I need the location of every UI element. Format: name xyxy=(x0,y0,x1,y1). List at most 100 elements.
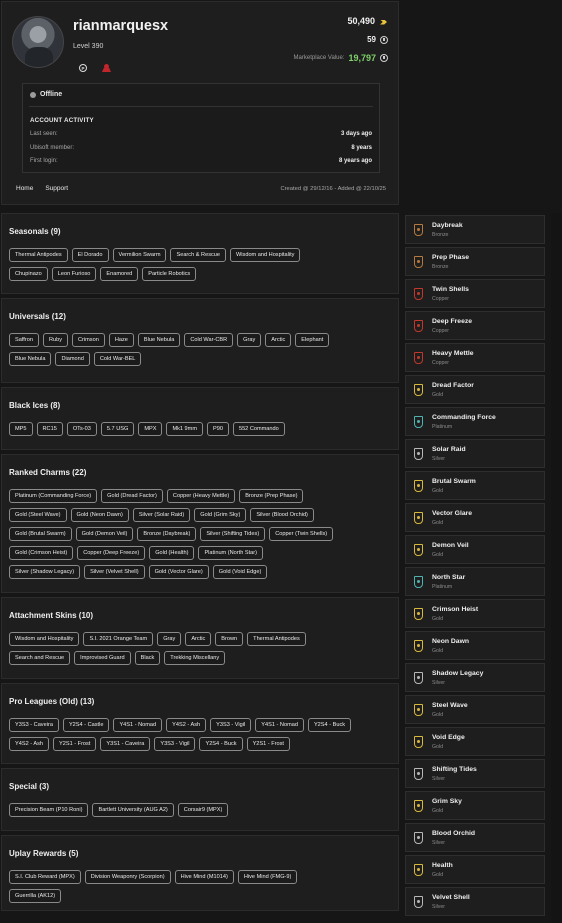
item-chip[interactable]: Y4S1 - Nomad xyxy=(113,718,163,732)
item-chip[interactable]: Corsair9 (MPX) xyxy=(177,803,229,817)
item-chip[interactable]: Bronze (Prep Phase) xyxy=(239,489,304,503)
item-chip[interactable]: Elephant xyxy=(295,333,330,347)
item-chip[interactable]: OTs-03 xyxy=(66,422,97,436)
item-chip[interactable]: Division Weaponry (Scorpion) xyxy=(84,870,171,884)
item-chip[interactable]: Y3S3 - Vigil xyxy=(154,737,196,751)
page-scrollbar[interactable] xyxy=(551,213,562,923)
item-chip[interactable]: Crimson xyxy=(72,333,105,347)
item-chip[interactable]: Hive Mind (FMG-9) xyxy=(237,870,298,884)
item-chip[interactable]: Gold (Dread Factor) xyxy=(101,489,163,503)
item-chip[interactable]: Bartlett University (AUG A2) xyxy=(92,803,174,817)
charm-card[interactable]: Shadow Legacy Silver xyxy=(405,663,545,692)
item-chip[interactable]: Gray xyxy=(157,632,182,646)
item-chip[interactable]: Platinum (North Star) xyxy=(198,546,263,560)
item-chip[interactable]: Vermilion Swarm xyxy=(112,248,167,262)
charm-card[interactable]: Prep Phase Bronze xyxy=(405,247,545,276)
charm-card[interactable]: Health Gold xyxy=(405,855,545,884)
item-chip[interactable]: Silver (Solar Raid) xyxy=(132,508,191,522)
item-chip[interactable]: Gold (Void Edge) xyxy=(212,565,268,579)
item-chip[interactable]: Brown xyxy=(215,632,244,646)
item-chip[interactable]: Hive Mind (M1014) xyxy=(174,870,234,884)
item-chip[interactable]: Y4S2 - Ash xyxy=(166,718,207,732)
charm-card[interactable]: Demon Veil Gold xyxy=(405,535,545,564)
nav-home-link[interactable]: Home xyxy=(16,185,33,192)
item-chip[interactable]: S.I. 2021 Orange Team xyxy=(83,632,154,646)
item-chip[interactable]: Gold (Vector Glare) xyxy=(148,565,209,579)
item-chip[interactable]: Silver (Blood Orchid) xyxy=(250,508,314,522)
item-chip[interactable]: Blue Nebula xyxy=(9,352,52,366)
charm-card[interactable]: Blood Orchid Silver xyxy=(405,823,545,852)
charm-card[interactable]: Deep Freeze Copper xyxy=(405,311,545,340)
charm-card[interactable]: Heavy Mettle Copper xyxy=(405,343,545,372)
charm-card[interactable]: North Star Platinum xyxy=(405,567,545,596)
charm-card[interactable]: Commanding Force Platinum xyxy=(405,407,545,436)
charm-card[interactable]: Steel Wave Gold xyxy=(405,695,545,724)
item-chip[interactable]: Silver (Shadow Legacy) xyxy=(9,565,81,579)
charm-card[interactable]: Void Edge Gold xyxy=(405,727,545,756)
item-chip[interactable]: Y2S4 - Buck xyxy=(199,737,243,751)
item-chip[interactable]: S.I. Club Reward (MPX) xyxy=(9,870,81,884)
charm-card[interactable]: Neon Dawn Gold xyxy=(405,631,545,660)
item-chip[interactable]: Y3S3 - Caveira xyxy=(9,718,59,732)
item-chip[interactable]: Arctic xyxy=(265,333,292,347)
item-chip[interactable]: Saffron xyxy=(9,333,39,347)
item-chip[interactable]: El Dorado xyxy=(71,248,109,262)
charm-card[interactable]: Vector Glare Gold xyxy=(405,503,545,532)
item-chip[interactable]: 552 Commando xyxy=(232,422,285,436)
item-chip[interactable]: Cold War-BEL xyxy=(93,352,142,366)
playstation-icon[interactable]: P xyxy=(79,64,87,72)
item-chip[interactable]: Y2S1 - Frost xyxy=(53,737,97,751)
item-chip[interactable]: Arctic xyxy=(185,632,212,646)
item-chip[interactable]: MP5 xyxy=(9,422,33,436)
item-chip[interactable]: Platinum (Commanding Force) xyxy=(9,489,98,503)
item-chip[interactable]: Particle Robotics xyxy=(142,267,197,281)
item-chip[interactable]: Guerrilla (AK12) xyxy=(9,889,62,903)
item-chip[interactable]: Silver (Shifting Tides) xyxy=(200,527,266,541)
item-chip[interactable]: Trekking Miscellany xyxy=(164,651,226,665)
item-chip[interactable]: Y2S1 - Frost xyxy=(246,737,290,751)
item-chip[interactable]: Thermal Antipodes xyxy=(247,632,306,646)
item-chip[interactable]: Wisdom and Hospitality xyxy=(230,248,301,262)
item-chip[interactable]: Gray xyxy=(237,333,262,347)
item-chip[interactable]: Y2S4 - Castle xyxy=(62,718,110,732)
avatar[interactable] xyxy=(12,16,64,68)
item-chip[interactable]: Blue Nebula xyxy=(137,333,181,347)
item-chip[interactable]: Y3S3 - Vigil xyxy=(210,718,252,732)
item-chip[interactable]: Thermal Antipodes xyxy=(9,248,68,262)
item-chip[interactable]: Gold (Steel Wave) xyxy=(9,508,67,522)
item-chip[interactable]: Mk1 9mm xyxy=(166,422,203,436)
item-chip[interactable]: Ruby xyxy=(42,333,68,347)
item-chip[interactable]: P90 xyxy=(207,422,229,436)
item-chip[interactable]: Search & Rescue xyxy=(170,248,227,262)
charm-card[interactable]: Crimson Heist Gold xyxy=(405,599,545,628)
item-chip[interactable]: Improvised Guard xyxy=(74,651,131,665)
item-chip[interactable]: Copper (Deep Freeze) xyxy=(77,546,146,560)
charm-card[interactable]: Brutal Swarm Gold xyxy=(405,471,545,500)
item-chip[interactable]: Y4S2 - Ash xyxy=(9,737,49,751)
item-chip[interactable]: Silver (Velvet Shell) xyxy=(84,565,145,579)
item-chip[interactable]: Y2S4 - Buck xyxy=(307,718,352,732)
profile-badge-icon[interactable] xyxy=(102,64,111,73)
charm-card[interactable]: Twin Shells Copper xyxy=(405,279,545,308)
item-chip[interactable]: Haze xyxy=(108,333,134,347)
item-chip[interactable]: Leon Furioso xyxy=(51,267,97,281)
charm-card[interactable]: Daybreak Bronze xyxy=(405,215,545,244)
item-chip[interactable]: RC15 xyxy=(36,422,63,436)
item-chip[interactable]: Enamored xyxy=(100,267,139,281)
item-chip[interactable]: Bronze (Daybreak) xyxy=(137,527,197,541)
charm-card[interactable]: Solar Raid Silver xyxy=(405,439,545,468)
item-chip[interactable]: Wisdom and Hospitality xyxy=(9,632,80,646)
item-chip[interactable]: Y4S1 - Nomad xyxy=(255,718,304,732)
item-chip[interactable]: Gold (Brutal Swarm) xyxy=(9,527,72,541)
nav-support-link[interactable]: Support xyxy=(45,185,68,192)
item-chip[interactable]: Gold (Crimson Heist) xyxy=(9,546,74,560)
item-chip[interactable]: Gold (Health) xyxy=(149,546,195,560)
item-chip[interactable]: Black xyxy=(134,651,161,665)
item-chip[interactable]: Gold (Demon Veil) xyxy=(75,527,134,541)
charm-card[interactable]: Velvet Shell Silver xyxy=(405,887,545,916)
item-chip[interactable]: MPX xyxy=(138,422,163,436)
charm-card[interactable]: Shifting Tides Silver xyxy=(405,759,545,788)
item-chip[interactable]: Gold (Neon Dawn) xyxy=(70,508,129,522)
item-chip[interactable]: 5.7 USG xyxy=(100,422,135,436)
item-chip[interactable]: Copper (Heavy Mettle) xyxy=(166,489,236,503)
